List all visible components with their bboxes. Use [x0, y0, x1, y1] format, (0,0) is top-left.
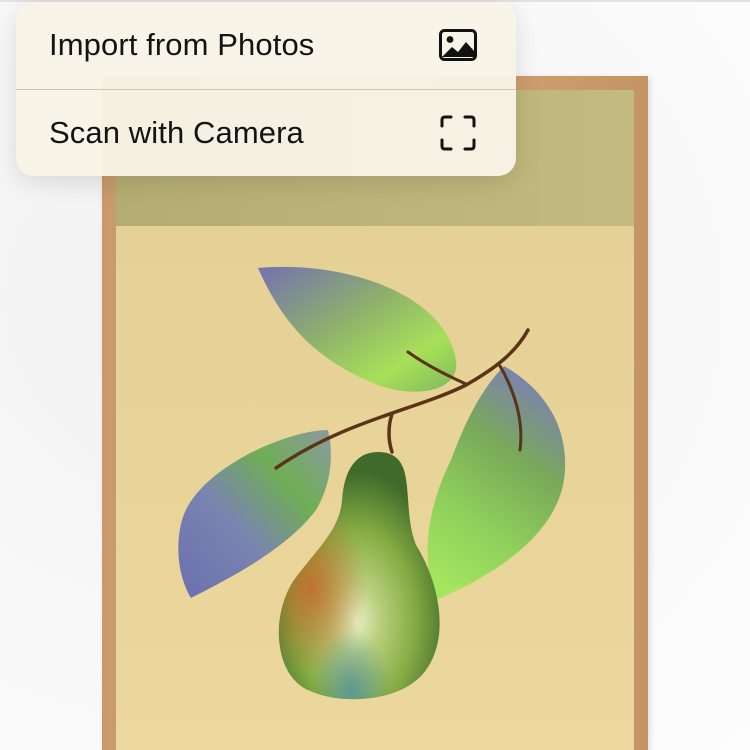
import-from-photos-menu-item[interactable]: Import from Photos [16, 2, 516, 88]
scan-with-camera-menu-item[interactable]: Scan with Camera [16, 90, 516, 176]
photo-icon [438, 28, 478, 62]
screen: Import from Photos Scan with Camera [0, 0, 750, 750]
viewfinder-icon [438, 115, 478, 151]
artwork-canvas[interactable] [116, 90, 634, 750]
context-menu: Import from Photos Scan with Camera [16, 2, 516, 176]
menu-item-label: Import from Photos [49, 27, 315, 62]
menu-item-label: Scan with Camera [49, 115, 304, 150]
pear-with-leaves-icon [116, 90, 634, 750]
